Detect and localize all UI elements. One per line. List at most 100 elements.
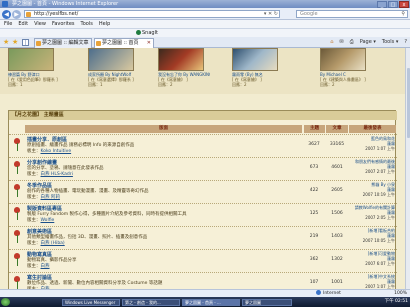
maximize-button[interactable]: □	[388, 0, 398, 8]
tab-page-icon	[36, 41, 41, 46]
recent-artwork-strip: 練習篇 By 野津口 [ 在《愛用色鉛筆》那羅系 ] 回應：1 成家所願 By …	[0, 48, 405, 94]
favorites-star-icon[interactable]: ★	[3, 39, 9, 46]
zone-label: Internet	[323, 291, 341, 296]
forum-moderators: 版主：白燕	[27, 263, 50, 269]
artwork-thumbnail[interactable]	[88, 48, 134, 71]
add-favorites-icon[interactable]: ★	[12, 39, 18, 46]
tab-page-icon	[96, 41, 101, 46]
forum-moderators: 版主：白燕 (Hiba)	[27, 240, 65, 246]
artwork-thumbnail[interactable]	[320, 48, 366, 71]
close-button[interactable]: x	[399, 0, 409, 8]
last-post: 請教Wolfie的有關計算 蓮霧 2007 2:05 上午	[349, 205, 395, 220]
print-icon[interactable]: ⎙	[350, 38, 354, 47]
post-count: 1506	[331, 211, 343, 216]
last-post-date: 2007 2:05 上午	[365, 215, 395, 220]
artwork-thumbnail[interactable]	[232, 48, 278, 71]
menu-edit[interactable]: Edit	[18, 20, 28, 28]
tab-home[interactable]: 夢之園圖 :: 首頁 ✕	[94, 38, 154, 48]
feeds-icon[interactable]: ✉	[339, 38, 343, 47]
moderator-link[interactable]: 白燕 阿莉	[41, 195, 60, 200]
topic-count: 673	[309, 165, 319, 170]
globe-icon	[316, 290, 321, 295]
menu-view[interactable]: View	[34, 20, 46, 28]
home-icon[interactable]: ⌂	[330, 38, 333, 47]
taskbar-button[interactable]: 夢之園圖	[242, 298, 292, 306]
forum-description: 製版 Furry Fandom 製作心得，多種圖片介紹及參考資料，同時有提供相關…	[27, 212, 187, 217]
search-placeholder: Google	[300, 11, 318, 17]
artwork-replies: 回應：2	[232, 82, 247, 87]
scrollbar-thumb[interactable]	[406, 68, 410, 138]
moderator-link[interactable]: 白燕 (Hiba)	[41, 241, 65, 246]
forum-description: 動物寫真、攝影作品分享	[27, 258, 77, 263]
post-count: 1403	[331, 234, 343, 239]
moderator-link[interactable]: Wolfie	[41, 218, 55, 223]
post-count: 4601	[331, 165, 343, 170]
column-header-forum: 版面	[25, 125, 302, 133]
last-post-date: 2007 10:05 上午	[362, 238, 395, 243]
search-input[interactable]: Google ⚲	[296, 10, 408, 18]
tools-menu-button[interactable]: Tools ▾	[382, 38, 398, 47]
search-icon[interactable]: ⚲	[401, 11, 405, 18]
moderator-link[interactable]: Koko Intuitive	[41, 149, 72, 154]
forum-category-table: 【月之花園】 主題畫區 版面 主題 文章 最後發表 插畫分享．原創區 原創插畫、…	[8, 110, 397, 297]
address-bar: ◀ ▶ http://yeslfbs.net/ ▾ ✕ ↻ Google ⚲	[0, 8, 410, 20]
url-input[interactable]: http://yeslfbs.net/ ▾ ✕ ↻	[24, 10, 280, 18]
forum-row: 冬季作品區 創作的各種人物插畫、電玩動漫畫、漫畫、及精靈等奇幻作品 版主：白燕 …	[9, 180, 397, 203]
tab-label: 夢之園圖 :: 首頁	[102, 40, 139, 46]
artwork-card[interactable]: 我沒有忘了你 By WANGKINGFUN [ 在《寫意繪》 ] 回應：2	[158, 48, 210, 87]
post-count: 2605	[331, 188, 343, 193]
forum-moderators: 版主：白燕 HLS-Kadri	[27, 171, 73, 177]
minimize-button[interactable]: _	[377, 0, 387, 8]
page-menu-button[interactable]: Page ▾	[360, 38, 376, 47]
last-post: [新增]看板合約 蓮霧 2007 10:05 上午	[349, 228, 395, 243]
tab-bar: ★ ★ 夢之園圖 :: 編輯文章 夢之園圖 :: 首頁 ✕ ⌂ ✉ ⎙ Page…	[0, 37, 410, 48]
tab-edit-post[interactable]: 夢之園圖 :: 編輯文章	[34, 38, 92, 48]
taskbar-button[interactable]: 夢之園圖 - 首頁 - ...	[182, 298, 240, 306]
last-post-date: 2007 6:07 上午	[365, 261, 395, 266]
post-count: 1302	[331, 257, 343, 262]
menu-file[interactable]: File	[4, 20, 12, 28]
forum-row: 插畫分享．原創區 原創插畫、繪畫作品 請務必標明 Info 的來源自創作品 板主…	[9, 134, 397, 157]
close-tab-icon[interactable]: ✕	[147, 39, 151, 48]
moderator-label: 板主：	[27, 149, 41, 154]
forward-button[interactable]: ▶	[12, 9, 21, 19]
windows-taskbar: Windows Live Messenger 第之 - 創造 - 我的... 夢…	[0, 297, 410, 307]
column-header-last-post: 最後發表	[349, 125, 396, 133]
url-text: http://yeslfbs.net/	[34, 11, 79, 17]
quick-tabs-icon[interactable]	[22, 39, 29, 46]
artwork-thumbnail[interactable]	[158, 48, 204, 71]
artwork-card[interactable]: 成家所願 By NightWolf [ 在《寫意選擇》那羅系 ] 回應：1	[88, 48, 140, 87]
snagit-icon	[136, 30, 141, 35]
back-button[interactable]: ◀	[2, 9, 11, 19]
menu-help[interactable]: Help	[99, 20, 110, 28]
menu-favorites[interactable]: Favorites	[52, 20, 75, 28]
forum-moderators: 版主：Wolfie	[27, 217, 54, 223]
moderator-label: 版主：	[27, 218, 41, 223]
moderator-link[interactable]: 白燕 HLS-Kadri	[41, 172, 73, 177]
category-title[interactable]: 【月之花園】 主題畫區	[9, 111, 397, 120]
menu-tools[interactable]: Tools	[81, 20, 93, 28]
vertical-scrollbar[interactable]	[405, 48, 410, 297]
artwork-card[interactable]: 霧雨零 (By) 無名 [ 在《寫意繪》 ] 回應：2	[232, 48, 284, 87]
topic-count: 125	[309, 211, 319, 216]
forum-row: 分享創作繪畫 您的分享、塗鴉、請隨意在此發表作品 版主：白燕 HLS-Kadri…	[9, 157, 397, 180]
moderator-link[interactable]: 白燕	[41, 264, 50, 269]
url-controls[interactable]: ▾ ✕ ↻	[264, 11, 278, 18]
taskbar-button[interactable]: 第之 - 創造 - 我的...	[122, 298, 180, 306]
taskbar-button[interactable]: Windows Live Messenger	[62, 298, 120, 306]
artwork-thumbnail[interactable]	[8, 48, 54, 71]
artwork-card[interactable]: By Michael C [ 在《建築與人像畫區》 ] 回應：2	[320, 48, 372, 87]
last-post-date: 2007 2:07 上午	[365, 169, 395, 174]
taskbar-clock[interactable]: 下午 02:51	[385, 297, 408, 307]
artwork-replies: 回應：1	[8, 82, 23, 87]
forum-moderators: 版主：白燕 阿莉	[27, 194, 60, 200]
help-button[interactable]: ?	[404, 38, 407, 47]
flower-forum-icon	[12, 207, 22, 221]
command-bar: ⌂ ✉ ⎙ Page ▾ Tools ▾ ?	[330, 38, 407, 47]
start-button[interactable]	[1, 298, 10, 306]
artwork-card[interactable]: 練習篇 By 野津口 [ 在《愛用色鉛筆》那羅系 ] 回應：1	[8, 48, 60, 87]
topic-count: 107	[309, 280, 319, 285]
ie-icon	[2, 1, 8, 7]
topic-count: 3627	[308, 142, 320, 147]
last-post: [新增]可愛動物 蓮霧 2007 6:07 上午	[349, 251, 395, 266]
